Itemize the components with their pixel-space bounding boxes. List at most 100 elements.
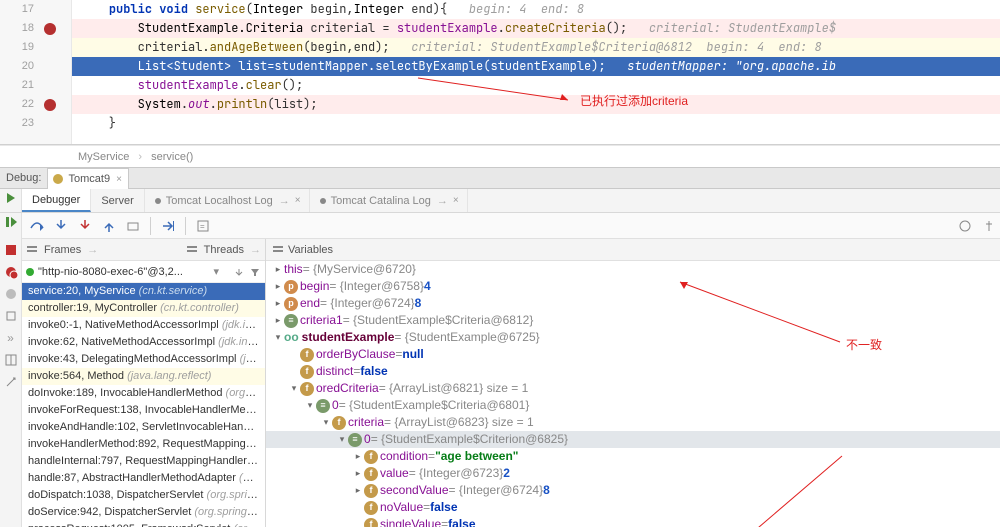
crumb-method[interactable]: service() bbox=[151, 151, 193, 163]
variables-panel: Variables 不一致 ▸this = {MyService@6720}▸p… bbox=[266, 239, 1000, 527]
get-thread-dump-icon[interactable] bbox=[4, 309, 18, 323]
debug-stepping-toolbar: = bbox=[22, 213, 1000, 239]
variable-row[interactable]: fsingleValue = false bbox=[266, 516, 1000, 527]
arrow-down-icon[interactable] bbox=[233, 266, 245, 278]
svg-text:=: = bbox=[200, 222, 205, 231]
close-icon[interactable]: × bbox=[116, 174, 122, 185]
close-icon[interactable]: × bbox=[453, 195, 459, 206]
rerun-icon[interactable] bbox=[4, 191, 18, 205]
variable-row[interactable]: ▾oostudentExample = {StudentExample@6725… bbox=[266, 329, 1000, 346]
code-line[interactable]: } bbox=[72, 114, 1000, 133]
stack-frame[interactable]: invokeForRequest:138, InvocableHandlerMe… bbox=[22, 402, 265, 419]
thread-selector[interactable]: "http-nio-8080-exec-6"@3,2... ▾ bbox=[22, 261, 265, 283]
evaluate-icon[interactable]: = bbox=[192, 215, 214, 237]
debug-lower-pane: » Frames → Threads → "http-nio-8080-exec… bbox=[0, 239, 1000, 527]
step-into-icon[interactable] bbox=[50, 215, 72, 237]
wand-icon[interactable] bbox=[4, 375, 18, 389]
code-editor[interactable]: 17181920212223 public void service(Integ… bbox=[0, 0, 1000, 145]
threads-tab[interactable]: Threads bbox=[204, 244, 244, 256]
frames-icon bbox=[26, 244, 38, 256]
variable-row[interactable]: ▸pend = {Integer@6724} 8 bbox=[266, 295, 1000, 312]
code-line[interactable]: studentExample.clear(); bbox=[72, 76, 1000, 95]
more-icon[interactable]: » bbox=[7, 331, 14, 345]
frames-list[interactable]: service:20, MyService (cn.kt.service)con… bbox=[22, 283, 265, 527]
breakpoint-icon[interactable] bbox=[44, 99, 56, 111]
threads-icon bbox=[186, 244, 198, 256]
debug-toolwindow-bar: Debug: Tomcat9 × bbox=[0, 167, 1000, 189]
stack-frame[interactable]: invoke:564, Method (java.lang.reflect) bbox=[22, 368, 265, 385]
code-line[interactable]: criterial.andAgeBetween(begin,end); crit… bbox=[72, 38, 1000, 57]
stack-frame[interactable]: invokeAndHandle:102, ServletInvocableHan… bbox=[22, 419, 265, 436]
thread-name: "http-nio-8080-exec-6"@3,2... bbox=[38, 266, 209, 278]
thread-status-icon bbox=[26, 268, 34, 276]
left-rail-top bbox=[0, 189, 22, 212]
settings-icon[interactable] bbox=[954, 215, 976, 237]
stack-frame[interactable]: handle:87, AbstractHandlerMethodAdapter … bbox=[22, 470, 265, 487]
variables-header: Variables bbox=[266, 239, 1000, 261]
stack-frame[interactable]: service:20, MyService (cn.kt.service) bbox=[22, 283, 265, 300]
code-line[interactable]: StudentExample.Criteria criterial = stud… bbox=[72, 19, 1000, 38]
frames-header: Frames → Threads → bbox=[22, 239, 265, 261]
code-line[interactable]: public void service(Integer begin,Intege… bbox=[72, 0, 1000, 19]
code-line[interactable]: System.out.println(list); bbox=[72, 95, 1000, 114]
stack-frame[interactable]: doDispatch:1038, DispatcherServlet (org.… bbox=[22, 487, 265, 504]
stop-icon[interactable] bbox=[4, 243, 18, 257]
variable-row[interactable]: ▸fcondition = "age between" bbox=[266, 448, 1000, 465]
frames-panel: Frames → Threads → "http-nio-8080-exec-6… bbox=[22, 239, 266, 527]
mute-breakpoints-icon[interactable] bbox=[4, 287, 18, 301]
debug-run-tab[interactable]: Tomcat9 × bbox=[47, 168, 128, 189]
stack-frame[interactable]: invoke:62, NativeMethodAccessorImpl (jdk… bbox=[22, 334, 265, 351]
breakpoints-icon[interactable] bbox=[4, 265, 18, 279]
filter-icon[interactable] bbox=[249, 266, 261, 278]
stack-frame[interactable]: controller:19, MyController (cn.kt.contr… bbox=[22, 300, 265, 317]
breakpoint-icon[interactable] bbox=[44, 23, 56, 35]
variables-title: Variables bbox=[288, 244, 333, 256]
variable-row[interactable]: ▸≡criteria1 = {StudentExample$Criteria@6… bbox=[266, 312, 1000, 329]
variable-row[interactable]: ▾≡0 = {StudentExample$Criterion@6825} bbox=[266, 431, 1000, 448]
tab-catalina-log[interactable]: Tomcat Catalina Log→× bbox=[310, 189, 468, 212]
variable-row[interactable]: forderByClause = null bbox=[266, 346, 1000, 363]
step-over-icon[interactable] bbox=[26, 215, 48, 237]
variables-tree[interactable]: 不一致 ▸this = {MyService@6720}▸pbegin = {I… bbox=[266, 261, 1000, 527]
variable-row[interactable]: ▾≡0 = {StudentExample$Criteria@6801} bbox=[266, 397, 1000, 414]
variable-row[interactable]: fnoValue = false bbox=[266, 499, 1000, 516]
variable-row[interactable]: ▸this = {MyService@6720} bbox=[266, 261, 1000, 278]
variable-row[interactable]: ▾foredCriteria = {ArrayList@6821} size =… bbox=[266, 380, 1000, 397]
resume-icon[interactable] bbox=[4, 215, 18, 229]
variable-row[interactable]: ▸fvalue = {Integer@6723} 2 bbox=[266, 465, 1000, 482]
gutter: 17181920212223 bbox=[0, 0, 72, 144]
tab-debugger[interactable]: Debugger bbox=[22, 189, 91, 212]
close-icon[interactable]: × bbox=[295, 195, 301, 206]
run-to-cursor-icon[interactable] bbox=[157, 215, 179, 237]
stack-frame[interactable]: handleInternal:797, RequestMappingHandle… bbox=[22, 453, 265, 470]
variables-icon bbox=[272, 244, 284, 256]
variable-row[interactable]: ▾fcriteria = {ArrayList@6823} size = 1 bbox=[266, 414, 1000, 431]
pin-tab-icon[interactable] bbox=[978, 215, 1000, 237]
step-out-icon[interactable] bbox=[98, 215, 120, 237]
stack-frame[interactable]: invoke0:-1, NativeMethodAccessorImpl (jd… bbox=[22, 317, 265, 334]
left-rail-2 bbox=[0, 213, 22, 239]
pin-icon bbox=[318, 196, 328, 206]
stack-frame[interactable]: doInvoke:189, InvocableHandlerMethod (or… bbox=[22, 385, 265, 402]
force-step-into-icon[interactable] bbox=[74, 215, 96, 237]
debug-run-tab-label: Tomcat9 bbox=[68, 173, 110, 185]
debug-tabs-row: Debugger Server Tomcat Localhost Log→× T… bbox=[0, 189, 1000, 213]
stack-frame[interactable]: processRequest:1005, FrameworkServlet (o… bbox=[22, 521, 265, 527]
variable-row[interactable]: fdistinct = false bbox=[266, 363, 1000, 380]
tomcat-icon bbox=[52, 173, 64, 185]
stack-frame[interactable]: doService:942, DispatcherServlet (org.sp… bbox=[22, 504, 265, 521]
frames-tab[interactable]: Frames bbox=[44, 244, 81, 256]
debug-side-toolbar: » bbox=[0, 239, 22, 527]
variable-row[interactable]: ▸pbegin = {Integer@6758} 4 bbox=[266, 278, 1000, 295]
code-line[interactable]: List<Student> list=studentMapper.selectB… bbox=[72, 57, 1000, 76]
layout-icon[interactable] bbox=[4, 353, 18, 367]
drop-frame-icon[interactable] bbox=[122, 215, 144, 237]
tab-server[interactable]: Server bbox=[91, 189, 144, 212]
breadcrumb[interactable]: MyService › service() bbox=[0, 145, 1000, 167]
stack-frame[interactable]: invoke:43, DelegatingMethodAccessorImpl … bbox=[22, 351, 265, 368]
variable-row[interactable]: ▸fsecondValue = {Integer@6724} 8 bbox=[266, 482, 1000, 499]
stack-frame[interactable]: invokeHandlerMethod:892, RequestMappingH… bbox=[22, 436, 265, 453]
crumb-class[interactable]: MyService bbox=[78, 151, 129, 163]
tab-localhost-log[interactable]: Tomcat Localhost Log→× bbox=[145, 189, 310, 212]
dropdown-icon[interactable]: ▾ bbox=[213, 265, 219, 278]
